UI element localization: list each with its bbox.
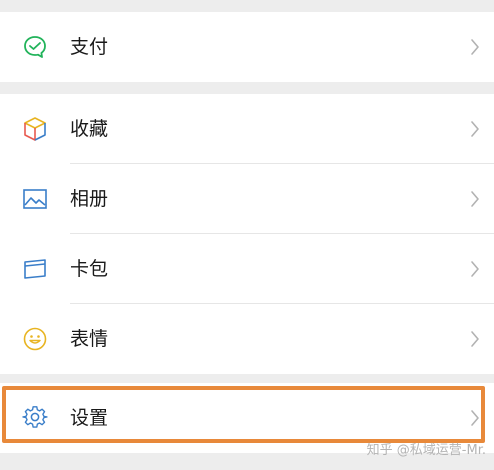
chevron-right-icon: [470, 409, 480, 427]
favorites-cube-icon: [22, 116, 48, 142]
chevron-right-icon: [470, 190, 480, 208]
menu-item-favorites[interactable]: 收藏: [0, 94, 494, 164]
menu-item-album-label: 相册: [70, 188, 109, 210]
menu-item-payment[interactable]: 支付: [0, 12, 494, 82]
card-wallet-icon: [22, 256, 48, 282]
payment-icon: [22, 34, 48, 60]
menu-item-album[interactable]: 相册: [0, 164, 494, 234]
watermark: 知乎 @私域运营-Mr.: [366, 443, 486, 458]
chevron-right-icon: [470, 260, 480, 278]
gear-icon: [22, 405, 48, 431]
section-spacer: [0, 82, 494, 94]
menu-item-settings-label: 设置: [70, 407, 109, 429]
album-image-icon: [22, 186, 48, 212]
menu-item-payment-label: 支付: [70, 36, 109, 58]
menu-item-cards[interactable]: 卡包: [0, 234, 494, 304]
top-spacer: [0, 0, 494, 12]
chevron-right-icon: [470, 38, 480, 56]
menu-item-favorites-label: 收藏: [70, 118, 109, 140]
chevron-right-icon: [470, 330, 480, 348]
menu-item-cards-label: 卡包: [70, 258, 109, 280]
menu-item-stickers-label: 表情: [70, 328, 109, 350]
smiley-icon: [22, 326, 48, 352]
chevron-right-icon: [470, 120, 480, 138]
menu-item-stickers[interactable]: 表情: [0, 304, 494, 374]
